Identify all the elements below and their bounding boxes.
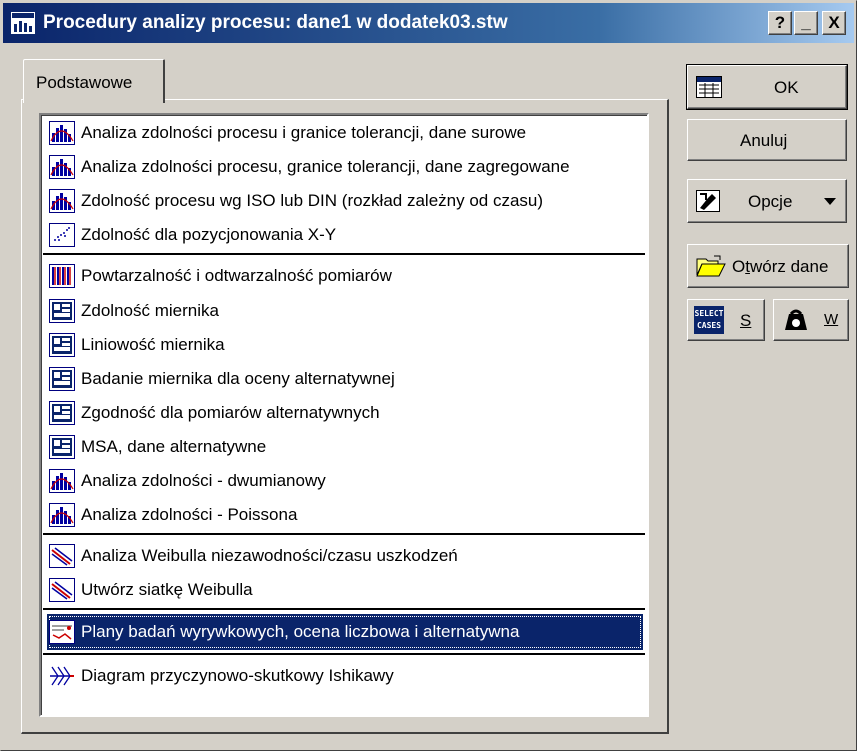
histogram-icon	[49, 469, 75, 493]
ok-label: OK	[774, 78, 799, 97]
list-item-label: Zdolność miernika	[81, 301, 219, 320]
app-icon	[11, 12, 35, 34]
gauge-icon	[49, 401, 75, 425]
histogram-icon	[49, 155, 75, 179]
list-item[interactable]: Liniowość miernika	[47, 329, 643, 361]
list-item[interactable]: Utwórz siatkę Weibulla	[47, 574, 643, 606]
gauge-icon	[49, 299, 75, 323]
weight-button[interactable]: W	[773, 299, 849, 341]
list-item-label: Diagram przyczynowo-skutkowy Ishikawy	[81, 666, 394, 685]
gauge-icon	[49, 367, 75, 391]
list-item-label: Analiza zdolności procesu i granice tole…	[81, 123, 527, 142]
list-item[interactable]: Zgodność dla pomiarów alternatywnych	[47, 397, 643, 429]
list-item-label: Zdolność dla pozycjonowania X-Y	[81, 225, 337, 244]
cancel-label: Anuluj	[740, 131, 788, 150]
select-cases-key: S	[740, 311, 752, 330]
list-item[interactable]: Analiza zdolności - Poissona	[47, 499, 643, 531]
open-data-button[interactable]: Otwórz dane	[687, 244, 849, 288]
group-separator	[43, 653, 645, 655]
histogram-icon	[49, 189, 75, 213]
list-item[interactable]: Analiza zdolności - dwumianowy	[47, 465, 643, 497]
list-item-label: Analiza zdolności - Poissona	[81, 505, 298, 524]
list-item[interactable]: Zdolność procesu wg ISO lub DIN (rozkład…	[47, 185, 643, 217]
options-button[interactable]: Opcje	[687, 179, 847, 223]
fishbone-icon	[49, 664, 75, 688]
list-item-selected[interactable]: Plany badań wyrywkowych, ocena liczbowa …	[47, 614, 643, 650]
minimize-button[interactable]: _	[794, 11, 818, 35]
list-item-label: Analiza zdolności procesu, granice toler…	[81, 157, 570, 176]
list-item-label: Analiza Weibulla niezawodności/czasu usz…	[81, 546, 458, 565]
select-cases-button[interactable]: SELECT CASES S	[687, 299, 765, 341]
list-item[interactable]: Powtarzalność i odtwarzalność pomiarów	[47, 260, 643, 292]
gauge-icon	[49, 333, 75, 357]
weibull-icon	[49, 544, 75, 568]
weight-key: W	[824, 311, 839, 328]
histogram-icon	[49, 121, 75, 145]
sampling-plan-icon	[49, 620, 75, 644]
title-bar[interactable]: Procedury analizy procesu: dane1 w dodat…	[3, 3, 854, 43]
ok-button[interactable]: OK	[686, 64, 848, 110]
list-item-label: Plany badań wyrywkowych, ocena liczbowa …	[81, 622, 520, 641]
chevron-down-icon	[824, 198, 836, 205]
dialog-window: Procedury analizy procesu: dane1 w dodat…	[0, 0, 857, 751]
list-item-label: Zgodność dla pomiarów alternatywnych	[81, 403, 380, 422]
help-button[interactable]: ?	[768, 11, 792, 35]
cancel-button[interactable]: Anuluj	[687, 119, 847, 161]
list-item-label: Utwórz siatkę Weibulla	[81, 580, 253, 599]
list-item[interactable]: Zdolność miernika	[47, 295, 643, 327]
list-item[interactable]: Badanie miernika dla oceny alternatywnej	[47, 363, 643, 395]
gauge-icon	[49, 435, 75, 459]
histogram-icon	[49, 503, 75, 527]
tab-podstawowe[interactable]: Podstawowe	[23, 59, 165, 103]
list-item-label: MSA, dane alternatywne	[81, 437, 267, 456]
close-button[interactable]: X	[822, 11, 846, 35]
group-separator	[43, 533, 645, 535]
list-item-label: Powtarzalność i odtwarzalność pomiarów	[81, 266, 392, 285]
weibull-icon	[49, 578, 75, 602]
list-item-label: Zdolność procesu wg ISO lub DIN (rozkład…	[81, 191, 544, 210]
weight-icon	[785, 309, 807, 330]
list-item[interactable]: Diagram przyczynowo-skutkowy Ishikawy	[47, 660, 643, 692]
scatter-icon	[49, 223, 75, 247]
window-title: Procedury analizy procesu: dane1 w dodat…	[43, 12, 508, 33]
tab-label: Podstawowe	[36, 73, 133, 92]
folder-open-icon	[696, 255, 726, 277]
open-data-label: Otwórz dane	[732, 257, 829, 276]
list-item[interactable]: Analiza Weibulla niezawodności/czasu usz…	[47, 540, 643, 572]
list-item-label: Liniowość miernika	[81, 335, 225, 354]
list-item[interactable]: Zdolność dla pozycjonowania X-Y	[47, 219, 643, 251]
ok-icon	[696, 76, 722, 98]
group-separator	[43, 253, 645, 255]
list-item-label: Analiza zdolności - dwumianowy	[81, 471, 326, 490]
list-item[interactable]: MSA, dane alternatywne	[47, 431, 643, 463]
select-cases-icon: SELECT CASES	[694, 306, 724, 334]
options-label: Opcje	[748, 192, 793, 211]
list-item-label: Badanie miernika dla oceny alternatywnej	[81, 369, 395, 388]
list-item[interactable]: Analiza zdolności procesu, granice toler…	[47, 151, 643, 183]
procedure-list[interactable]: Analiza zdolności procesu i granice tole…	[39, 113, 649, 717]
list-item[interactable]: Analiza zdolności procesu i granice tole…	[47, 117, 643, 149]
options-icon	[696, 190, 720, 212]
gauge-rr-icon	[49, 264, 75, 288]
group-separator	[43, 608, 645, 610]
